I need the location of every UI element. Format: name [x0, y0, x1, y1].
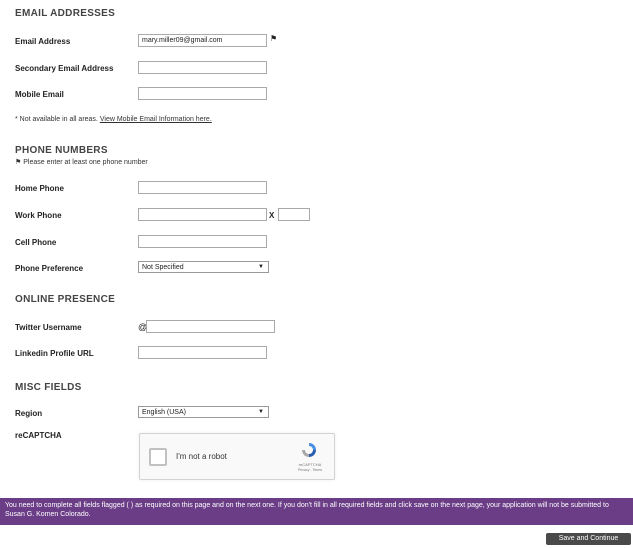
recaptcha-brand: reCAPTCHA: [298, 462, 322, 467]
work-phone-label: Work Phone: [15, 211, 62, 220]
twitter-username-input[interactable]: [146, 320, 275, 333]
work-phone-extension-input[interactable]: [278, 208, 310, 221]
phone-preference-label: Phone Preference: [15, 264, 84, 273]
email-section-title: EMAIL ADDRESSES: [15, 8, 116, 19]
secondary-email-label: Secondary Email Address: [15, 64, 114, 73]
phone-hint: ⚑ Please enter at least one phone number: [15, 158, 148, 166]
phone-section-title: PHONE NUMBERS: [15, 145, 108, 156]
flag-icon: ⚑: [15, 159, 22, 166]
recaptcha-privacy-terms[interactable]: Privacy - Terms: [292, 468, 328, 472]
region-value: English (USA): [142, 409, 186, 416]
chevron-down-icon: ▼: [258, 264, 264, 270]
flag-icon: ⚑: [270, 34, 278, 43]
recaptcha-label: reCAPTCHA: [15, 431, 62, 440]
chevron-down-icon: ▼: [258, 409, 264, 415]
recaptcha-widget: I'm not a robot reCAPTCHA Privacy - Term…: [139, 433, 335, 480]
region-select[interactable]: English (USA) ▼: [138, 406, 269, 418]
extension-label: X: [269, 211, 275, 220]
mobile-email-note: * Not available in all areas. View Mobil…: [15, 116, 212, 123]
work-phone-input[interactable]: [138, 208, 267, 221]
phone-preference-select[interactable]: Not Specified ▼: [138, 261, 269, 273]
cell-phone-label: Cell Phone: [15, 238, 57, 247]
mobile-email-input[interactable]: [138, 87, 267, 100]
phone-preference-value: Not Specified: [142, 264, 184, 271]
twitter-username-label: Twitter Username: [15, 323, 82, 332]
region-label: Region: [15, 409, 43, 418]
cell-phone-input[interactable]: [138, 235, 267, 248]
recaptcha-text: I'm not a robot: [176, 452, 227, 461]
mobile-email-info-link[interactable]: View Mobile Email Information here.: [100, 116, 212, 123]
linkedin-url-input[interactable]: [138, 346, 267, 359]
home-phone-label: Home Phone: [15, 184, 64, 193]
recaptcha-logo-icon: [302, 443, 316, 457]
required-fields-banner: You need to complete all fields flagged …: [0, 498, 633, 525]
note-text: * Not available in all areas.: [15, 116, 98, 123]
email-address-input[interactable]: mary.miller09@gmail.com: [138, 34, 267, 47]
misc-section-title: MISC FIELDS: [15, 382, 82, 393]
phone-hint-text: Please enter at least one phone number: [23, 159, 148, 166]
online-section-title: ONLINE PRESENCE: [15, 294, 116, 305]
email-address-label: Email Address: [15, 37, 71, 46]
home-phone-input[interactable]: [138, 181, 267, 194]
save-and-continue-button[interactable]: Save and Continue: [546, 533, 631, 545]
secondary-email-input[interactable]: [138, 61, 267, 74]
banner-text: You need to complete all fields flagged …: [5, 502, 609, 518]
linkedin-url-label: Linkedin Profile URL: [15, 349, 94, 358]
recaptcha-checkbox[interactable]: [149, 448, 167, 466]
mobile-email-label: Mobile Email: [15, 90, 64, 99]
